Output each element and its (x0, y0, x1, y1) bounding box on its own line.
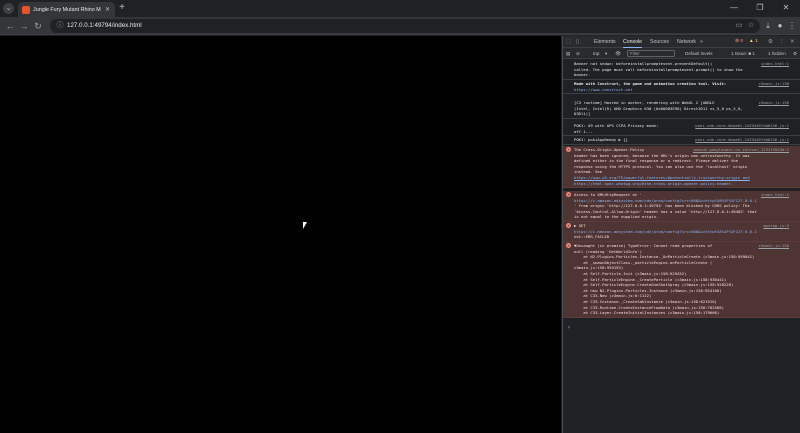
message-source-link[interactable]: index.html:1 (761, 61, 789, 67)
devtools-tab-more[interactable]: » (700, 36, 703, 48)
message-source-link[interactable]: imasdk.googleapis.co.id=vvar_1231f4929d:… (693, 147, 789, 153)
message-source-link[interactable]: poki-sdk-core-dbaa01.24394407db6346.js:1 (695, 137, 789, 143)
devtools-panel: ⬚ ▯ Elements Console Sources Network » ⊗… (562, 36, 800, 433)
tab-strip: ⌄ Jungle Fury Mutant Rhino Mo... ✕ + — ❐… (0, 0, 800, 17)
console-message-info: index.html:1 Banner not shown: beforeins… (563, 60, 800, 80)
download-icon[interactable]: ⤓ (762, 20, 774, 32)
message-source-link[interactable]: poki-sdk-core-dbaa01.24394407db6346.js:1 (695, 123, 789, 129)
message-line: off 1--- (574, 128, 593, 134)
error-icon: ✕ (566, 243, 571, 248)
message-source-link[interactable]: c3main.js:158 (759, 243, 789, 249)
browser-toolbar: ← → ↻ ⓘ 127.0.0.1:49794/index.html ▭ ☆ ⤓… (0, 17, 800, 35)
window-minimize-icon[interactable]: — (722, 1, 746, 15)
tab-close-icon[interactable]: ✕ (104, 6, 111, 13)
console-settings-gear-icon[interactable]: ⚙ (793, 48, 797, 59)
window-close-icon[interactable]: ✕ (774, 1, 798, 15)
console-message-error: ✕ imasdk.googleapis.co.id=vvar_1231f4929… (563, 146, 800, 189)
error-icon: ✕ (566, 147, 571, 152)
message-line: is not equal to the supplied origin. (574, 214, 659, 220)
browser-tab-active[interactable]: Jungle Fury Mutant Rhino Mo... ✕ (18, 2, 115, 17)
console-message-error: ✕ c3main.js:158 ▼Uncaught (in promise) T… (563, 242, 800, 318)
console-message-error: ✕ apstag.js:3 ▶ GET https://c.amazon-ads… (563, 222, 800, 242)
warning-count: 1 (755, 39, 758, 44)
window-restore-icon[interactable]: ❐ (748, 1, 772, 15)
bookmark-star-icon[interactable]: ☆ (746, 21, 756, 31)
devtools-tab-network[interactable]: Network (677, 36, 696, 48)
url-text[interactable]: 127.0.0.1:49794/index.html (67, 19, 142, 33)
issues-counter[interactable]: 1 Issue: ■ 1 (731, 48, 755, 59)
console-filter-input[interactable]: Filter (627, 50, 675, 57)
devtools-close-icon[interactable]: ✕ (790, 36, 795, 48)
stack-frame[interactable]: at C33.Layer.CreateInitialInstances (c3m… (574, 310, 791, 316)
device-toolbar-icon[interactable]: ▯ (576, 36, 579, 48)
mouse-cursor-icon (302, 222, 307, 229)
console-message-info: poki-sdk-core-dbaa01.24394407db6346.js:1… (563, 136, 800, 145)
profile-avatar-icon[interactable]: ● (774, 20, 786, 32)
console-message-info: c3main.js:158 Made with Construct, the g… (563, 80, 800, 95)
error-count: 6 (740, 39, 744, 44)
warning-count-badge[interactable]: ▲ 1 (749, 39, 758, 45)
construct-link[interactable]: https://www.construct.net (574, 87, 791, 93)
back-arrow-icon[interactable]: ← (4, 20, 16, 32)
console-message-info: c3main.js:158 [C3 runtime] Hosted in wor… (563, 99, 800, 119)
message-line: banner. (574, 72, 591, 78)
reload-icon[interactable]: ↻ (32, 20, 44, 32)
forward-arrow-icon[interactable]: → (18, 20, 30, 32)
sidebar-toggle-icon[interactable]: ▤ (566, 48, 570, 59)
message-source-link[interactable]: index.html:1 (761, 192, 789, 198)
context-selector[interactable]: top (593, 48, 599, 59)
console-message-info: poki-sdk-core-dbaa01.24394407db6346.js:1… (563, 122, 800, 137)
devtools-tab-console[interactable]: Console (623, 36, 643, 48)
settings-gear-icon[interactable]: ⚙ (768, 36, 773, 48)
console-prompt-chevron-icon[interactable]: › (567, 324, 571, 331)
whatwg-spec-link[interactable]: https://html.spec.whatwg.org/#the-cross-… (574, 181, 791, 187)
devtools-menu-icon[interactable]: ⋮ (779, 36, 785, 48)
console-toolbar: ▤ ⊘ top ▾ 👁 Filter Default levels 1 Issu… (563, 48, 800, 59)
message-source-link[interactable]: c3main.js:158 (759, 81, 789, 87)
error-icon: ✕ (566, 223, 571, 228)
message-source-link[interactable]: apstag.js:3 (763, 223, 789, 229)
address-bar[interactable]: ⓘ 127.0.0.1:49794/index.html ▭ ☆ (50, 19, 760, 33)
poki-favicon-icon (22, 5, 30, 14)
devtools-tab-bar: ⬚ ▯ Elements Console Sources Network » ⊗… (563, 36, 800, 48)
context-dropdown-icon[interactable]: ▾ (605, 48, 607, 59)
game-canvas[interactable] (0, 36, 561, 433)
error-icon: ✕ (566, 192, 571, 197)
clear-console-icon[interactable]: ⊘ (576, 48, 580, 59)
console-messages: index.html:1 Banner not shown: beforeins… (563, 60, 800, 433)
tab-search-chevron-icon[interactable]: ⌄ (3, 3, 14, 14)
message-line: D3D11)] (574, 111, 591, 117)
cast-icon[interactable]: ▭ (734, 21, 744, 31)
tab-title: Jungle Fury Mutant Rhino Mo... (33, 6, 101, 13)
console-message-error: ✕ index.html:1 Access to XMLHttpRequest … (563, 191, 800, 222)
new-tab-plus-icon[interactable]: + (117, 3, 127, 13)
devtools-tab-elements[interactable]: Elements (594, 36, 616, 48)
devtools-tab-sources[interactable]: Sources (650, 36, 669, 48)
message-line: net::ERR_FAILED (574, 234, 610, 240)
hidden-messages-count: 1 hidden (768, 51, 786, 56)
site-info-icon[interactable]: ⓘ (55, 21, 65, 31)
log-levels-dropdown[interactable]: Default levels (685, 48, 713, 59)
message-source-link[interactable]: c3main.js:158 (759, 100, 789, 106)
error-count-badge[interactable]: ⊗ 6 (735, 39, 743, 45)
browser-menu-icon[interactable]: ⋮ (786, 20, 798, 32)
inspect-element-icon[interactable]: ⬚ (566, 36, 571, 48)
live-expression-eye-icon[interactable]: 👁 (615, 48, 621, 59)
